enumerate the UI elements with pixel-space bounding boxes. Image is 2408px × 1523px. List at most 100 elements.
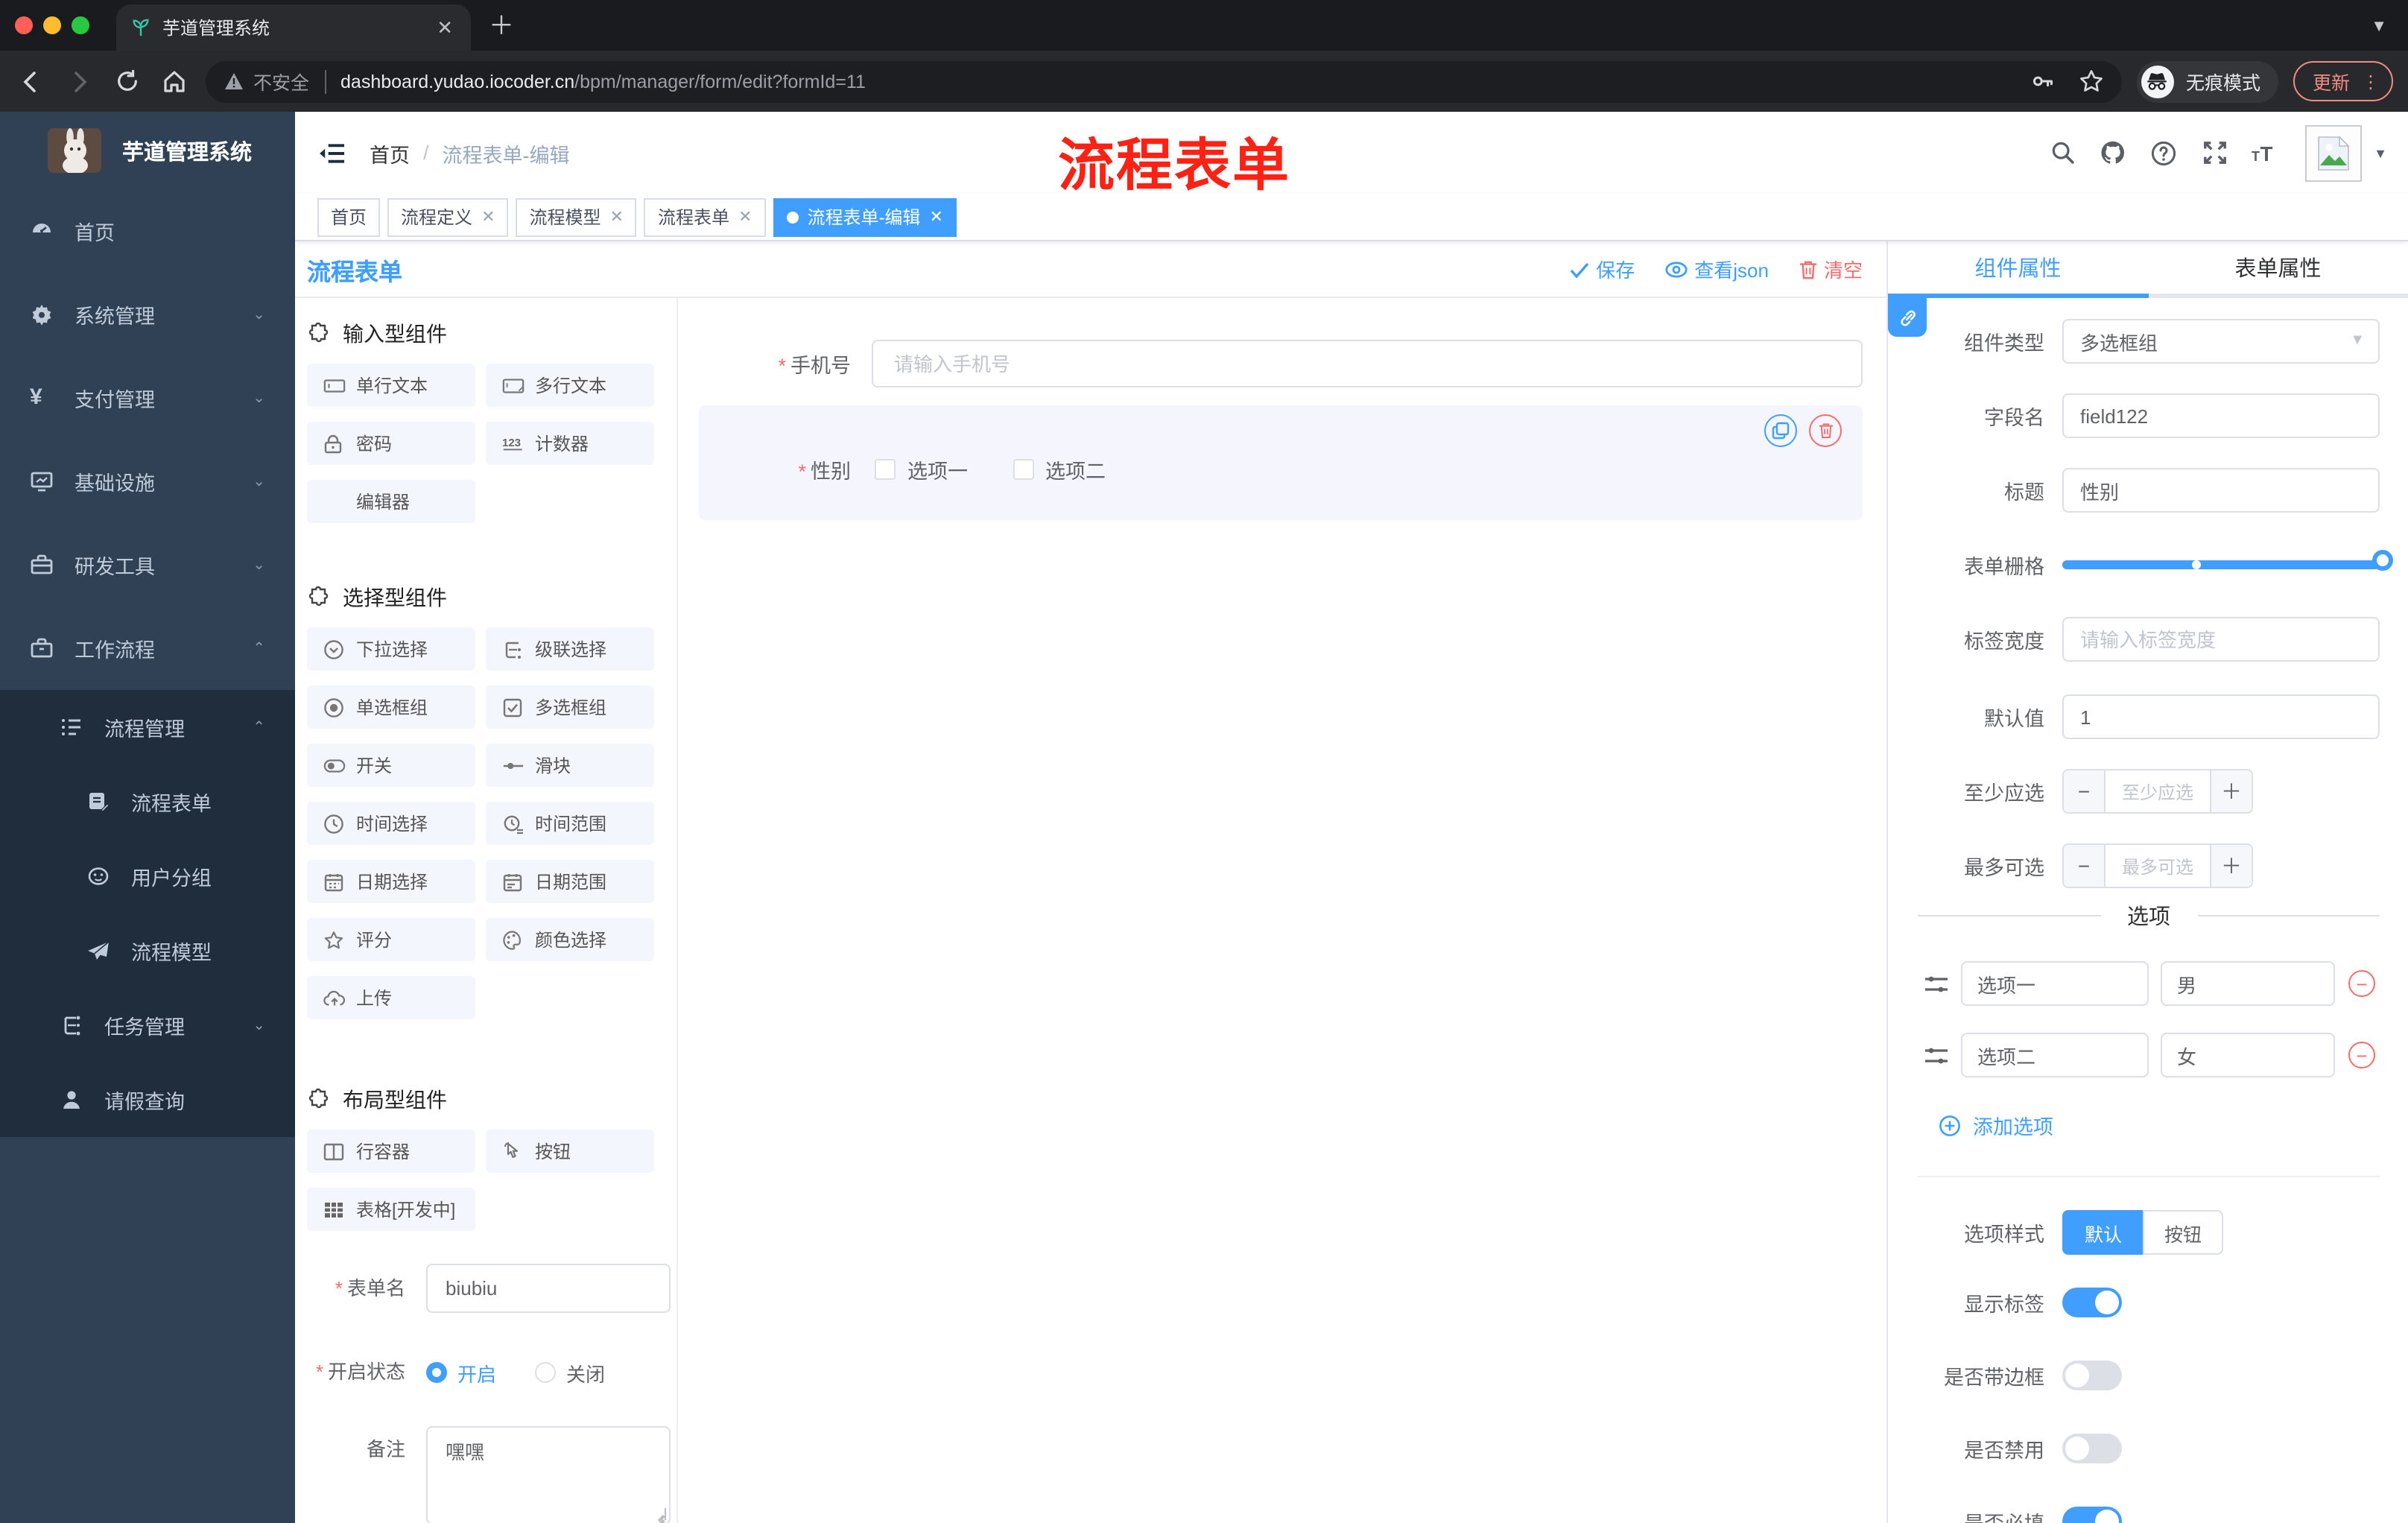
field-name-input[interactable] xyxy=(2062,393,2380,438)
tag-process-form-edit[interactable]: 流程表单-编辑 ✕ xyxy=(773,197,957,236)
new-tab-button[interactable]: ＋ xyxy=(489,13,514,39)
close-icon[interactable]: ✕ xyxy=(481,207,495,227)
copy-field-button[interactable] xyxy=(1764,414,1797,447)
delete-field-button[interactable] xyxy=(1809,414,1842,447)
reload-icon[interactable] xyxy=(110,65,143,98)
tab-close-icon[interactable]: ✕ xyxy=(434,16,456,39)
label-width-input[interactable] xyxy=(2062,617,2380,662)
component-chip-date-picker[interactable]: 日期选择 xyxy=(307,860,475,903)
tab-form-props[interactable]: 表单属性 xyxy=(2148,241,2408,298)
link-tag[interactable] xyxy=(1888,298,1927,337)
url-bar[interactable]: 不安全 dashboard.yudao.iocoder.cn/bpm/manag… xyxy=(206,60,2122,102)
font-size-icon[interactable]: TT xyxy=(2252,139,2278,166)
component-chip-password[interactable]: 密码 xyxy=(307,422,475,465)
key-icon[interactable] xyxy=(2030,69,2055,94)
minus-icon[interactable]: − xyxy=(2064,770,2106,812)
back-icon[interactable] xyxy=(15,65,48,98)
component-chip-color-picker[interactable]: 颜色选择 xyxy=(486,918,654,961)
window-minimize-button[interactable] xyxy=(43,16,61,34)
tab-component-props[interactable]: 组件属性 xyxy=(1888,241,2148,298)
minus-icon[interactable]: − xyxy=(2064,845,2106,887)
form-remark-textarea[interactable]: 嘿嘿 xyxy=(426,1426,671,1523)
forward-icon[interactable] xyxy=(63,65,95,98)
sidebar-logo[interactable]: 芋道管理系统 xyxy=(0,112,295,189)
border-switch[interactable] xyxy=(2062,1361,2122,1390)
window-zoom-button[interactable] xyxy=(72,16,89,34)
update-button[interactable]: 更新 ⋮ xyxy=(2293,61,2393,101)
max-select-stepper[interactable]: − 最多可选 ＋ xyxy=(2062,843,2253,888)
status-on-label[interactable]: 开启 xyxy=(457,1358,496,1387)
clear-button[interactable]: 清空 xyxy=(1799,255,1863,283)
component-chip-single-text[interactable]: 单行文本 xyxy=(307,364,475,407)
disabled-switch[interactable] xyxy=(2062,1434,2122,1463)
resize-grip-icon[interactable] xyxy=(654,1508,666,1520)
sidebar-collapse-icon[interactable] xyxy=(307,141,358,165)
component-chip-date-range[interactable]: 日期范围 xyxy=(486,860,654,903)
window-close-button[interactable] xyxy=(15,16,33,34)
component-chip-upload[interactable]: 上传 xyxy=(307,976,475,1019)
component-chip-radio-group[interactable]: 单选框组 xyxy=(307,685,475,729)
phone-input[interactable] xyxy=(872,340,1863,387)
tag-home[interactable]: 首页 xyxy=(317,197,381,236)
security-warning-icon[interactable] xyxy=(224,72,244,91)
component-chip-checkbox-group[interactable]: 多选框组 xyxy=(486,685,654,729)
drag-handle-icon[interactable] xyxy=(1924,1044,1949,1066)
remove-option-button[interactable]: − xyxy=(2348,1042,2375,1068)
style-default-button[interactable]: 默认 xyxy=(2062,1210,2143,1255)
sidebar-item-workflow[interactable]: 工作流程 ⌃ xyxy=(0,607,295,690)
option-value-input[interactable] xyxy=(2161,1033,2335,1077)
sidebar-item-process-form[interactable]: 流程表单 xyxy=(0,764,295,839)
browser-tab[interactable]: 芋道管理系统 ✕ xyxy=(116,4,471,51)
component-chip-row-container[interactable]: 行容器 xyxy=(307,1130,475,1173)
sidebar-item-process-mgmt[interactable]: 流程管理 ⌃ xyxy=(0,690,295,764)
component-chip-button[interactable]: 按钮 xyxy=(486,1130,654,1173)
tag-process-form[interactable]: 流程表单 ✕ xyxy=(644,197,766,236)
component-chip-time-range[interactable]: 时间范围 xyxy=(486,802,654,845)
component-chip-time-picker[interactable]: 时间选择 xyxy=(307,802,475,845)
remove-option-button[interactable]: − xyxy=(2348,970,2375,997)
sidebar-item-home[interactable]: 首页 xyxy=(0,189,295,273)
add-option-button[interactable]: 添加选项 xyxy=(1939,1110,2380,1140)
close-icon[interactable]: ✕ xyxy=(610,207,624,227)
sidebar-item-process-model[interactable]: 流程模型 xyxy=(0,914,295,988)
avatar-caret-icon[interactable]: ▼ xyxy=(2374,145,2387,160)
close-icon[interactable]: ✕ xyxy=(929,207,942,227)
github-icon[interactable] xyxy=(2100,139,2126,166)
bookmark-star-icon[interactable] xyxy=(2079,69,2104,94)
show-label-switch[interactable] xyxy=(2062,1288,2122,1317)
status-off-radio[interactable] xyxy=(535,1362,557,1383)
sidebar-item-system[interactable]: 系统管理 ⌄ xyxy=(0,273,295,356)
help-icon[interactable] xyxy=(2150,139,2177,166)
sidebar-item-payment[interactable]: ¥ 支付管理 ⌄ xyxy=(0,356,295,440)
component-chip-cascader[interactable]: 级联选择 xyxy=(486,627,654,671)
form-name-input[interactable] xyxy=(426,1264,671,1313)
required-switch[interactable] xyxy=(2062,1507,2122,1523)
view-json-button[interactable]: 查看json xyxy=(1664,255,1769,283)
component-chip-rate[interactable]: 评分 xyxy=(307,918,475,961)
component-chip-counter[interactable]: 123 计数器 xyxy=(486,422,654,465)
canvas-field-phone[interactable]: * 手机号 xyxy=(699,340,1863,387)
component-chip-slider[interactable]: 滑块 xyxy=(486,744,654,787)
form-grid-slider[interactable] xyxy=(2062,542,2393,587)
default-value-input[interactable] xyxy=(2062,694,2380,739)
breadcrumb-home[interactable]: 首页 xyxy=(370,138,410,168)
sidebar-item-infra[interactable]: 基础设施 ⌄ xyxy=(0,440,295,523)
plus-icon[interactable]: ＋ xyxy=(2210,770,2252,812)
option-label-input[interactable] xyxy=(1961,961,2149,1006)
avatar[interactable] xyxy=(2305,124,2363,181)
sidebar-item-devtools[interactable]: 研发工具 ⌄ xyxy=(0,523,295,607)
fullscreen-icon[interactable] xyxy=(2201,139,2228,166)
min-select-stepper[interactable]: − 至少应选 ＋ xyxy=(2062,769,2253,814)
title-input[interactable] xyxy=(2062,468,2380,513)
drag-handle-icon[interactable] xyxy=(1924,972,1949,995)
gender-opt2-checkbox[interactable] xyxy=(1013,459,1033,480)
component-chip-switch[interactable]: 开关 xyxy=(307,744,475,787)
status-on-radio[interactable] xyxy=(426,1362,447,1383)
tab-search-chevron-icon[interactable]: ▼ xyxy=(2371,18,2387,36)
slider-handle[interactable] xyxy=(2372,550,2393,571)
gender-opt2-label[interactable]: 选项二 xyxy=(1045,455,1106,484)
browser-menu-icon[interactable]: ⋮ xyxy=(2362,72,2380,90)
status-off-label[interactable]: 关闭 xyxy=(566,1358,605,1387)
component-chip-editor[interactable]: 编辑器 xyxy=(307,480,475,523)
save-button[interactable]: 保存 xyxy=(1569,255,1635,283)
